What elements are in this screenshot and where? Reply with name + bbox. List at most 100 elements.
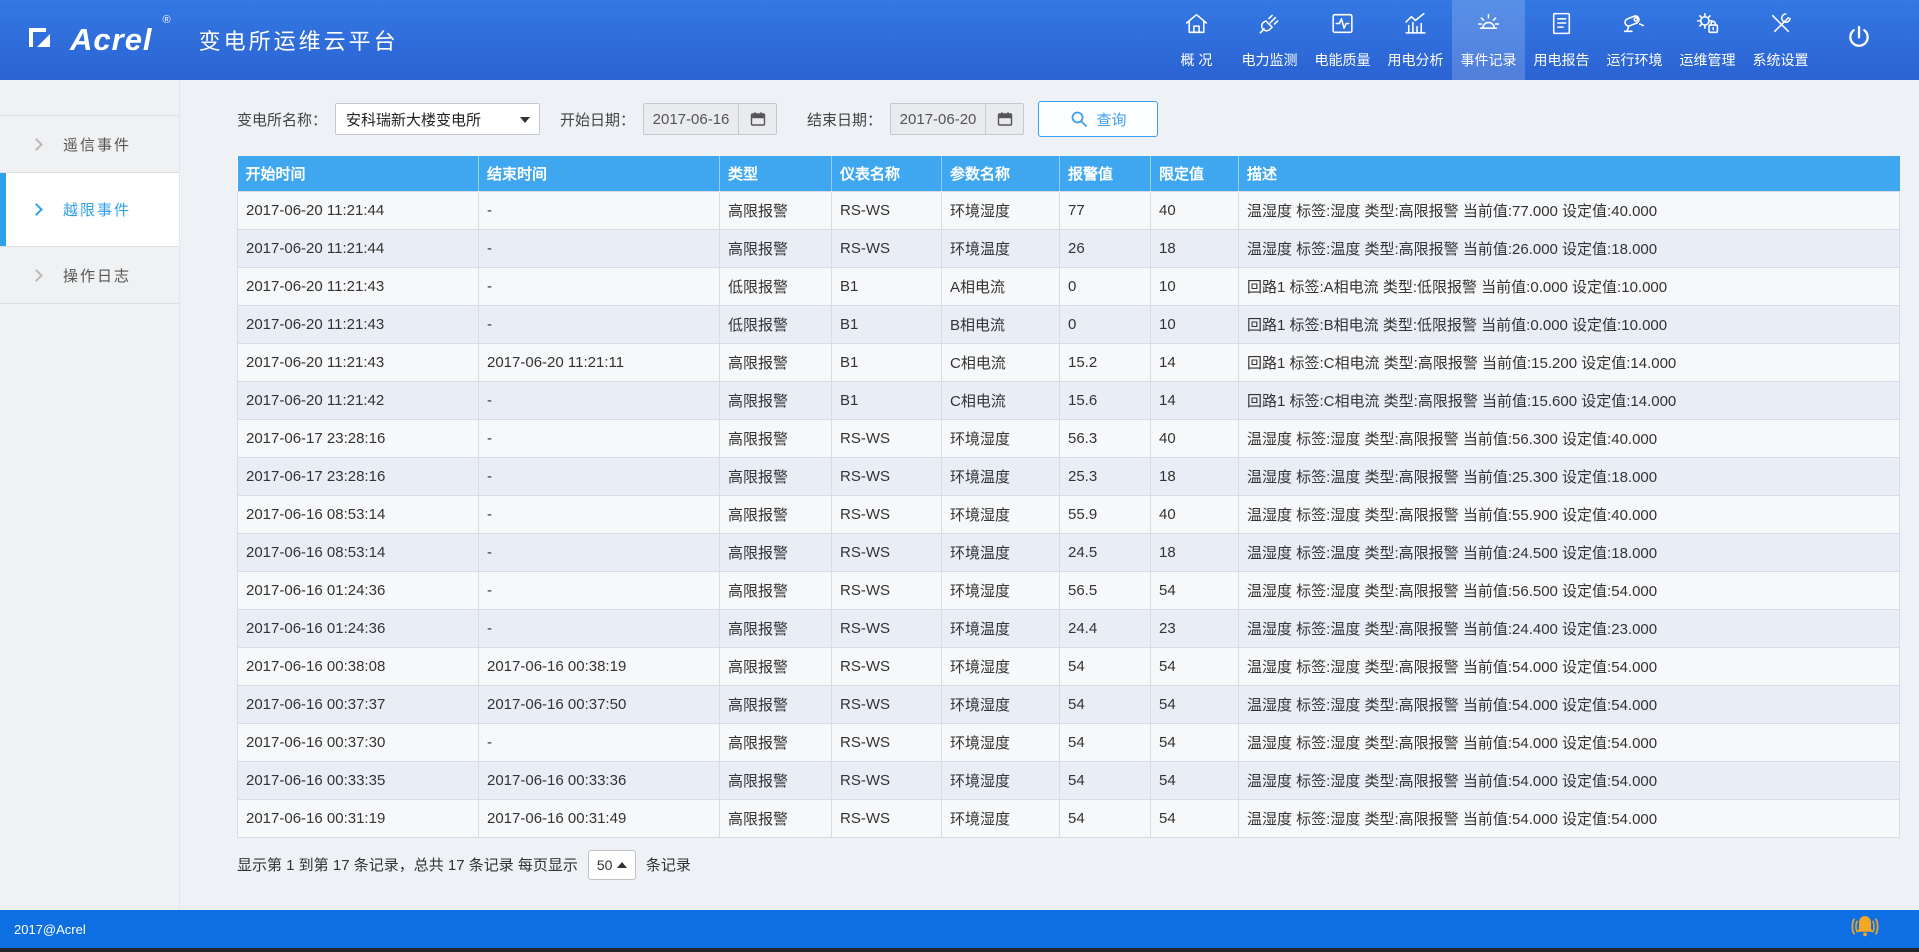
pagination-summary: 显示第 1 到第 17 条记录，总共 17 条记录 每页显示 [237,854,578,875]
acrel-logo-icon [26,23,60,58]
nav-item-usage-report[interactable]: 用电报告 [1525,0,1598,80]
table-header: 开始时间结束时间类型仪表名称参数名称报警值限定值描述 [238,156,1900,191]
nav-item-system-settings[interactable]: 系统设置 [1744,0,1817,80]
sidebar-item-operation-log[interactable]: 操作日志 [0,247,179,304]
table-cell: 2017-06-20 11:21:42 [238,381,479,419]
table-cell: RS-WS [832,571,942,609]
table-cell: 高限报警 [720,495,832,533]
nav-item-power-monitoring[interactable]: 电力监测 [1233,0,1306,80]
start-date-label: 开始日期： [560,109,635,130]
page-size-value: 50 [597,857,613,873]
start-date-input[interactable]: 2017-06-16 [643,103,777,135]
table-cell: - [479,305,720,343]
sidebar-item-remote-signal-events[interactable]: 遥信事件 [0,116,179,173]
end-date-calendar-button[interactable] [985,104,1023,134]
calendar-icon [997,111,1013,127]
calendar-icon [750,111,766,127]
table-cell: RS-WS [832,533,942,571]
bar-chart-icon [1402,10,1429,42]
station-select[interactable]: 安科瑞新大楼变电所 [335,103,540,135]
table-cell: RS-WS [832,799,942,837]
copyright-text: 2017@Acrel [14,922,86,937]
table-cell: 温湿度 标签:湿度 类型:高限报警 当前值:54.000 设定值:54.000 [1239,685,1900,723]
page-size-select[interactable]: 50 [588,850,636,880]
search-button-label: 查询 [1097,109,1127,130]
table-cell: 高限报警 [720,799,832,837]
end-date-input[interactable]: 2017-06-20 [890,103,1024,135]
nav-item-label: 运维管理 [1680,50,1736,70]
table-cell: 2017-06-20 11:21:11 [479,343,720,381]
table-cell: 高限报警 [720,723,832,761]
table-cell: B1 [832,267,942,305]
table-cell: 环境湿度 [942,761,1060,799]
table-cell: 2017-06-16 00:31:49 [479,799,720,837]
table-cell: 2017-06-16 00:33:36 [479,761,720,799]
report-icon [1548,10,1575,42]
table-cell: B1 [832,343,942,381]
table-row: 2017-06-20 11:21:44-高限报警RS-WS环境温度2618温湿度… [238,229,1900,267]
table-cell: 高限报警 [720,609,832,647]
nav-item-operating-environment[interactable]: 运行环境 [1598,0,1671,80]
main-content: 变电所名称： 安科瑞新大楼变电所 开始日期： 2017-06-16 结束日期： … [180,80,1919,910]
waveform-icon [1329,10,1356,42]
table-cell: 2017-06-16 08:53:14 [238,533,479,571]
table-cell: 回路1 标签:C相电流 类型:高限报警 当前值:15.200 设定值:14.00… [1239,343,1900,381]
table-cell: 温湿度 标签:湿度 类型:高限报警 当前值:54.000 设定值:54.000 [1239,799,1900,837]
table-cell: 14 [1151,343,1239,381]
table-cell: RS-WS [832,191,942,229]
table-cell: 54 [1060,761,1151,799]
nav-item-usage-analysis[interactable]: 用电分析 [1379,0,1452,80]
table-cell: - [479,609,720,647]
search-button[interactable]: 查询 [1038,101,1158,137]
table-row: 2017-06-17 23:28:16-高限报警RS-WS环境温度25.318温… [238,457,1900,495]
caret-up-icon [617,862,627,868]
table-row: 2017-06-20 11:21:432017-06-20 11:21:11高限… [238,343,1900,381]
table-cell: 环境温度 [942,457,1060,495]
table-cell: 环境湿度 [942,723,1060,761]
table-row: 2017-06-20 11:21:42-高限报警B1C相电流15.614回路1 … [238,381,1900,419]
table-cell: 高限报警 [720,685,832,723]
table-cell: 回路1 标签:C相电流 类型:高限报警 当前值:15.600 设定值:14.00… [1239,381,1900,419]
notification-bell-icon[interactable] [1849,913,1881,945]
table-cell: 54 [1151,647,1239,685]
sidebar-item-limit-events[interactable]: 越限事件 [0,173,179,247]
nav-item-overview[interactable]: 概 况 [1160,0,1233,80]
brand: Acrel ® 变电所运维云平台 [0,0,399,80]
table-cell: RS-WS [832,229,942,267]
table-cell: 15.2 [1060,343,1151,381]
chevron-right-icon [30,203,43,216]
table-cell: RS-WS [832,495,942,533]
table-cell: 2017-06-17 23:28:16 [238,457,479,495]
nav-item-event-records[interactable]: 事件记录 [1452,0,1525,80]
table-cell: 54 [1060,647,1151,685]
sidebar: 遥信事件越限事件操作日志 [0,80,180,910]
acrel-logo-text: Acrel [70,22,153,58]
table-cell: B1 [832,305,942,343]
table-cell: 高限报警 [720,381,832,419]
table-cell: 环境温度 [942,229,1060,267]
table-row: 2017-06-16 08:53:14-高限报警RS-WS环境温度24.518温… [238,533,1900,571]
events-table: 开始时间结束时间类型仪表名称参数名称报警值限定值描述 2017-06-20 11… [237,156,1900,838]
nav-item-power-quality[interactable]: 电能质量 [1306,0,1379,80]
table-cell: 温湿度 标签:湿度 类型:高限报警 当前值:54.000 设定值:54.000 [1239,761,1900,799]
table-cell: 0 [1060,267,1151,305]
table-cell: 54 [1151,685,1239,723]
nav-item-label: 电力监测 [1242,50,1298,70]
column-header: 报警值 [1060,156,1151,191]
table-cell: 2017-06-20 11:21:44 [238,229,479,267]
pagination-unit: 条记录 [646,854,691,875]
table-cell: 温湿度 标签:温度 类型:高限报警 当前值:24.500 设定值:18.000 [1239,533,1900,571]
table-cell: 环境温度 [942,609,1060,647]
plug-icon [1256,10,1283,42]
column-header: 描述 [1239,156,1900,191]
table-cell: RS-WS [832,723,942,761]
gear-lock-icon [1694,10,1721,42]
pagination: 显示第 1 到第 17 条记录，总共 17 条记录 每页显示 50 条记录 [237,850,1919,880]
power-button[interactable] [1817,0,1901,80]
home-icon [1183,10,1210,42]
table-cell: 环境湿度 [942,191,1060,229]
table-cell: 2017-06-16 08:53:14 [238,495,479,533]
start-date-calendar-button[interactable] [738,104,776,134]
table-cell: C相电流 [942,343,1060,381]
nav-item-om-management[interactable]: 运维管理 [1671,0,1744,80]
